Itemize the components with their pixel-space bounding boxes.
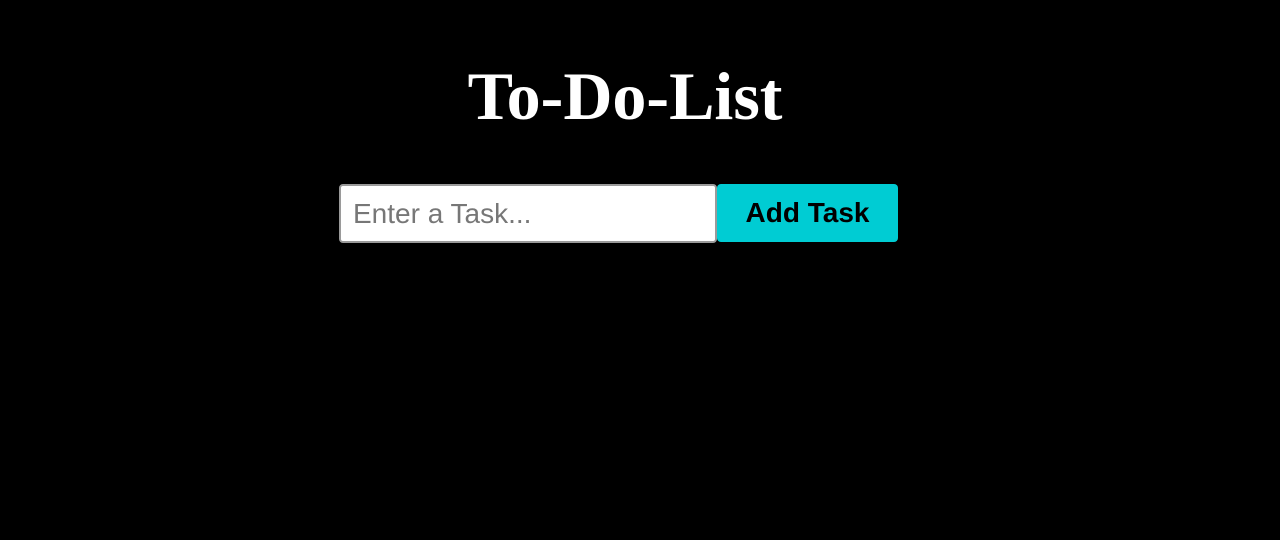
page-title: To-Do-List <box>467 58 783 134</box>
task-input[interactable] <box>339 184 717 243</box>
task-entry-row: Add Task <box>339 184 898 243</box>
add-task-button[interactable]: Add Task <box>717 184 898 242</box>
todo-page: To-Do-List Add Task <box>0 0 1280 540</box>
